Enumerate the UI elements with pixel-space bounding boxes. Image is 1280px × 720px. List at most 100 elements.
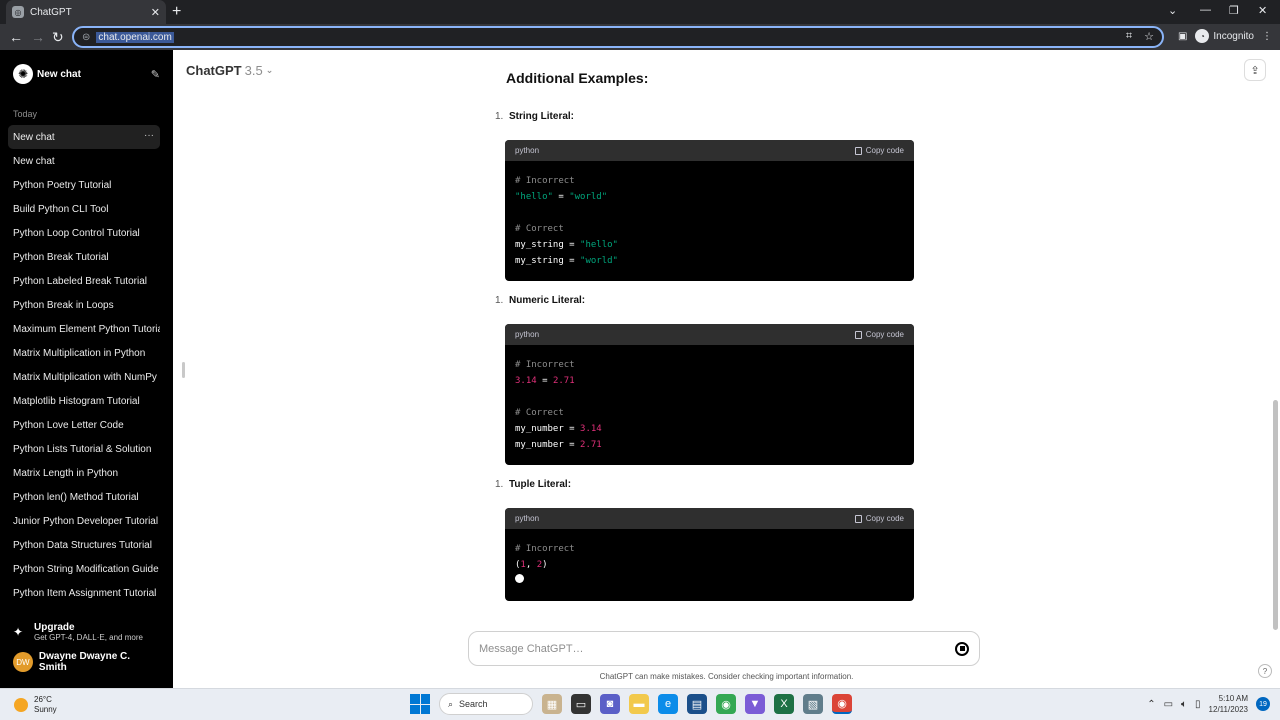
chat-history-item[interactable]: Python Love Letter Code	[8, 413, 160, 437]
chat-main: ChatGPT 3.5 ⌄ ⇪ Additional Examples: 1. S…	[173, 50, 1280, 688]
chat-title: Maximum Element Python Tutorial	[13, 323, 160, 335]
share-button[interactable]: ⇪	[1244, 59, 1266, 81]
site-info-icon[interactable]: ⊜	[82, 32, 90, 43]
chat-history-item[interactable]: Python Poetry Tutorial	[8, 173, 160, 197]
code-header: python Copy code	[505, 324, 914, 345]
chat-history-list: New chat ··· New chat Python Poetry Tutor…	[8, 125, 160, 605]
chat-history-item[interactable]: Python Data Structures Tutorial	[8, 533, 160, 557]
restore-icon[interactable]: ❐	[1229, 4, 1239, 17]
taskbar-search[interactable]: ⌕ Search	[439, 693, 533, 715]
battery-icon[interactable]: ▯	[1195, 699, 1201, 710]
install-app-icon[interactable]: ⌗	[1126, 30, 1132, 43]
forward-icon[interactable]: →	[31, 29, 45, 45]
copy-code-button[interactable]: Copy code	[854, 514, 904, 523]
chat-title: Python Lists Tutorial & Solution	[13, 443, 152, 455]
scrollbar-thumb[interactable]	[1273, 400, 1278, 630]
code-line: # Incorrect	[515, 544, 575, 554]
tab-search-icon[interactable]: ⌄	[1168, 4, 1177, 17]
model-selector[interactable]: ChatGPT 3.5 ⌄	[186, 63, 273, 78]
new-chat-edit-icon[interactable]: ✎	[151, 68, 160, 81]
chat-history-item[interactable]: Python Break in Loops	[8, 293, 160, 317]
avatar: DW	[13, 652, 33, 672]
taskbar-apps: ⌕ Search ▦ ▭ ◙ ▬ e ▤ ◉ ▼ X ▧ ◉	[410, 693, 852, 715]
help-button[interactable]: ?	[1258, 664, 1272, 678]
clock-time: 5:10 AM	[1218, 694, 1248, 703]
new-chat-button[interactable]: ✺ New chat ✎	[8, 62, 160, 86]
chat-history-item[interactable]: Python Item Assignment Tutorial	[8, 581, 160, 605]
chrome-icon[interactable]: ◉	[716, 694, 736, 714]
copy-code-button[interactable]: Copy code	[854, 146, 904, 155]
chat-history-item[interactable]: Matrix Length in Python	[8, 461, 160, 485]
stop-generating-button[interactable]	[955, 641, 969, 656]
chrome-active-icon[interactable]: ◉	[832, 694, 852, 714]
weather-widget[interactable]: 26°C Sunny	[14, 695, 57, 715]
clipboard-icon	[854, 330, 862, 339]
side-panel-icon[interactable]: ▣	[1178, 31, 1187, 42]
chat-history-item[interactable]: Junior Python Developer Tutorial	[8, 509, 160, 533]
chevron-up-icon[interactable]: ⌃	[1147, 699, 1155, 710]
back-icon[interactable]: ←	[9, 29, 23, 45]
store-icon[interactable]: ▤	[687, 694, 707, 714]
section-heading: Additional Examples:	[506, 70, 649, 86]
window-close-icon[interactable]: ✕	[1258, 4, 1267, 17]
chat-history-item[interactable]: Python Break Tutorial	[8, 245, 160, 269]
code-token: )	[542, 560, 548, 570]
chat-history-item[interactable]: Python len() Method Tutorial	[8, 485, 160, 509]
chat-history-item[interactable]: New chat	[8, 149, 160, 173]
chat-history-item[interactable]: New chat ···	[8, 125, 160, 149]
incognito-indicator[interactable]: ◔ Incognito	[1195, 29, 1254, 43]
edge-icon[interactable]: e	[658, 694, 678, 714]
code-token: "world"	[580, 256, 618, 266]
chat-history-item[interactable]: Build Python CLI Tool	[8, 197, 160, 221]
chat-history-item[interactable]: Python Labeled Break Tutorial	[8, 269, 160, 293]
chat-history-item[interactable]: Matplotlib Histogram Tutorial	[8, 389, 160, 413]
minimize-icon[interactable]: —	[1200, 4, 1211, 16]
bookmark-star-icon[interactable]: ☆	[1144, 30, 1154, 43]
chat-title: Python Loop Control Tutorial	[13, 227, 140, 239]
chat-history-item[interactable]: Matrix Multiplication with NumPy	[8, 365, 160, 389]
reload-icon[interactable]: ↻	[52, 29, 64, 45]
upgrade-button[interactable]: ✦ Upgrade Get GPT-4, DALL·E, and more	[8, 620, 160, 644]
message-input[interactable]: Message ChatGPT…	[479, 643, 955, 655]
sidebar-toggle-handle[interactable]	[182, 362, 185, 378]
model-version: 3.5	[244, 63, 263, 78]
tab-close-icon[interactable]: ✕	[151, 6, 160, 19]
app-icon[interactable]: ▧	[803, 694, 823, 714]
vpn-app-icon[interactable]: ▼	[745, 694, 765, 714]
network-icon[interactable]: ▭	[1164, 699, 1173, 710]
copy-code-button[interactable]: Copy code	[854, 330, 904, 339]
more-options-icon[interactable]: ···	[144, 130, 154, 141]
tab-title: ChatGPT	[30, 6, 72, 18]
chat-history-item[interactable]: Maximum Element Python Tutorial	[8, 317, 160, 341]
streaming-cursor	[515, 574, 524, 583]
browser-menu-icon[interactable]: ⋮	[1262, 31, 1272, 42]
chat-history-item[interactable]: Matrix Multiplication in Python	[8, 341, 160, 365]
url-text[interactable]: chat.openai.com	[96, 31, 174, 43]
message-composer[interactable]: Message ChatGPT…	[468, 631, 980, 666]
chat-history-item[interactable]: Python String Modification Guide	[8, 557, 160, 581]
browser-tab[interactable]: ◎ ChatGPT ✕	[6, 0, 166, 24]
teams-chat-icon[interactable]: ◙	[600, 694, 620, 714]
excel-icon[interactable]: X	[774, 694, 794, 714]
chat-title: Python Break Tutorial	[13, 251, 109, 263]
chat-title: New chat	[13, 155, 55, 167]
code-header: python Copy code	[505, 508, 914, 529]
taskbar-clock[interactable]: 5:10 AM 12/11/2023	[1209, 693, 1248, 715]
address-bar[interactable]: ⊜ chat.openai.com ⌗ ☆	[72, 26, 1164, 48]
windows-start-icon[interactable]	[410, 694, 430, 714]
chat-history-item[interactable]: Python Loop Control Tutorial	[8, 221, 160, 245]
file-explorer-icon[interactable]: ▬	[629, 694, 649, 714]
notification-badge[interactable]: 19	[1256, 697, 1270, 711]
new-tab-icon[interactable]: +	[172, 3, 181, 21]
chat-title: Matrix Multiplication with NumPy	[13, 371, 157, 383]
code-language: python	[515, 146, 540, 155]
volume-icon[interactable]: 🔈︎	[1181, 699, 1187, 710]
widgets-icon[interactable]: ▦	[542, 694, 562, 714]
chat-history-item[interactable]: Python Lists Tutorial & Solution	[8, 437, 160, 461]
taskbar-search-label: Search	[459, 699, 488, 709]
user-menu-button[interactable]: DW Dwayne Dwayne C. Smith	[8, 650, 160, 674]
weather-condition: Sunny	[34, 705, 57, 714]
task-view-icon[interactable]: ▭	[571, 694, 591, 714]
windows-taskbar: 26°C Sunny ⌕ Search ▦ ▭ ◙ ▬ e ▤ ◉ ▼ X ▧ …	[0, 688, 1280, 720]
stop-icon	[959, 646, 965, 651]
